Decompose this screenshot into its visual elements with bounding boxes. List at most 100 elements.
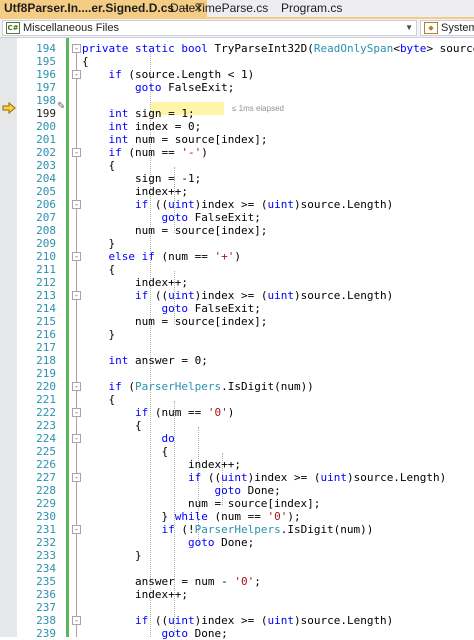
code-text: num = source[index]; [82,224,268,237]
collapse-icon[interactable]: - [72,291,81,300]
code-line[interactable]: 238 - if ((uint)index >= (uint)source.Len… [0,614,474,627]
line-number: 207 [36,211,56,224]
collapse-icon[interactable]: - [72,616,81,625]
code-text: goto FalseExit; [134,81,235,94]
code-text: num = source[index]; [82,497,321,510]
code-text: if ((uint)index >= (uint)source.Length) [134,198,394,211]
code-line[interactable]: 210 - else if (num == '+') [0,250,474,263]
code-line[interactable]: 230 } while (num == '0'); [0,510,474,523]
code-line[interactable]: 195 { [0,55,474,68]
code-line[interactable]: 214 goto FalseExit; [0,302,474,315]
line-number: 221 [36,393,56,406]
code-line[interactable]: 200 int index = 0; [0,120,474,133]
line-number: 195 [36,55,56,68]
code-line[interactable]: 196 - if (source.Length < 1) [0,68,474,81]
code-line[interactable]: 236 index++; [0,588,474,601]
collapse-icon[interactable]: - [72,148,81,157]
code-line[interactable]: 211 { [0,263,474,276]
code-line[interactable]: 239 goto Done; [0,627,474,640]
line-number: 232 [36,536,56,549]
tab-label: Utf8Parser.In....er.Signed.D.cs [4,1,175,15]
code-text: index++; [82,276,188,289]
code-line[interactable]: 226 index++; [0,458,474,471]
code-line[interactable]: 203 { [0,159,474,172]
line-number: 202 [36,146,56,159]
code-text: if (source.Length < 1) [108,68,255,81]
line-number: 214 [36,302,56,315]
code-text: if ((uint)index >= (uint)source.Length) [134,614,394,627]
code-line[interactable]: 204 sign = -1; [0,172,474,185]
chevron-down-icon: ▼ [405,23,413,32]
code-line[interactable]: 224 - do [0,432,474,445]
code-text: int num = source[index]; [108,133,268,146]
code-line[interactable]: 223 { [0,419,474,432]
collapse-icon[interactable]: - [72,252,81,261]
code-line[interactable]: 194 - private static bool TryParseInt32D(R… [0,42,474,55]
code-text: index++; [82,458,241,471]
code-line[interactable]: 209 } [0,237,474,250]
code-line[interactable]: 219 [0,367,474,380]
code-line[interactable]: 206 - if ((uint)index >= (uint)source.Len… [0,198,474,211]
code-line[interactable]: 197 goto FalseExit; [0,81,474,94]
code-line[interactable]: 220 - if (ParserHelpers.IsDigit(num)) [0,380,474,393]
code-line[interactable]: 201 int num = source[index]; [0,133,474,146]
code-line[interactable]: 208 num = source[index]; [0,224,474,237]
code-line[interactable]: 221 { [0,393,474,406]
code-line[interactable]: 225 { [0,445,474,458]
project-dropdown[interactable]: C# Miscellaneous Files ▼ [2,20,417,36]
code-text: int index = 0; [108,120,202,133]
type-dropdown[interactable]: ◆System [420,20,474,36]
line-number: 213 [36,289,56,302]
collapse-icon[interactable]: - [72,525,81,534]
code-line[interactable]: 227 - if ((uint)index >= (uint)source.Len… [0,471,474,484]
code-line[interactable]: 233 } [0,549,474,562]
code-text: index++; [82,185,188,198]
code-line[interactable]: 231 - if (!ParserHelpers.IsDigit(num)) [0,523,474,536]
code-text: do [161,432,175,445]
code-line[interactable]: 235 answer = num - '0'; [0,575,474,588]
code-text: sign = -1; [82,172,202,185]
navigation-bar: C#Miscellaneous Files ▼ ◆System [0,19,474,38]
code-line[interactable]: 213 - if ((uint)index >= (uint)source.Len… [0,289,474,302]
code-line[interactable]: 212 index++; [0,276,474,289]
code-line[interactable]: 202 - if (num == '-') [0,146,474,159]
code-line[interactable]: 207 goto FalseExit; [0,211,474,224]
code-line[interactable]: 199 int sign = 1; [0,107,474,120]
line-number: 211 [36,263,56,276]
code-line[interactable]: 218 int answer = 0; [0,354,474,367]
code-text: if ((uint)index >= (uint)source.Length) [134,289,394,302]
collapse-icon[interactable]: - [72,200,81,209]
code-line[interactable]: 228 goto Done; [0,484,474,497]
code-line[interactable]: 215 num = source[index]; [0,315,474,328]
code-line[interactable]: 222 - if (num == '0') [0,406,474,419]
code-editor[interactable]: ≤ 1ms elapsed ✎ 194- private static bool … [0,38,474,640]
code-text: } [82,237,116,250]
line-number: 237 [36,601,56,614]
code-text: { [82,55,89,68]
code-line[interactable]: 229 num = source[index]; [0,497,474,510]
code-text: { [82,393,116,406]
line-number: 225 [36,445,56,458]
code-line[interactable]: 217 [0,341,474,354]
collapse-icon[interactable]: - [72,44,81,53]
tab-datetimeparse[interactable]: DateTimeParse.cs [170,0,268,17]
code-line[interactable]: 198 [0,94,474,107]
code-text: } [82,549,142,562]
code-line[interactable]: 232 goto Done; [0,536,474,549]
collapse-icon[interactable]: - [72,434,81,443]
collapse-icon[interactable]: - [72,382,81,391]
code-text: if ((uint)index >= (uint)source.Length) [187,471,447,484]
code-line[interactable]: 234 [0,562,474,575]
code-line[interactable]: 216 } [0,328,474,341]
code-line[interactable]: 205 index++; [0,185,474,198]
tab-label: Program.cs [281,1,343,15]
collapse-icon[interactable]: - [72,473,81,482]
line-number: 236 [36,588,56,601]
code-text: goto FalseExit; [161,211,261,224]
code-text: goto Done; [161,627,228,640]
collapse-icon[interactable]: - [72,70,81,79]
tab-program[interactable]: Program.cs [281,0,342,17]
line-number: 194 [36,42,56,55]
collapse-icon[interactable]: - [72,408,81,417]
code-line[interactable]: 237 [0,601,474,614]
